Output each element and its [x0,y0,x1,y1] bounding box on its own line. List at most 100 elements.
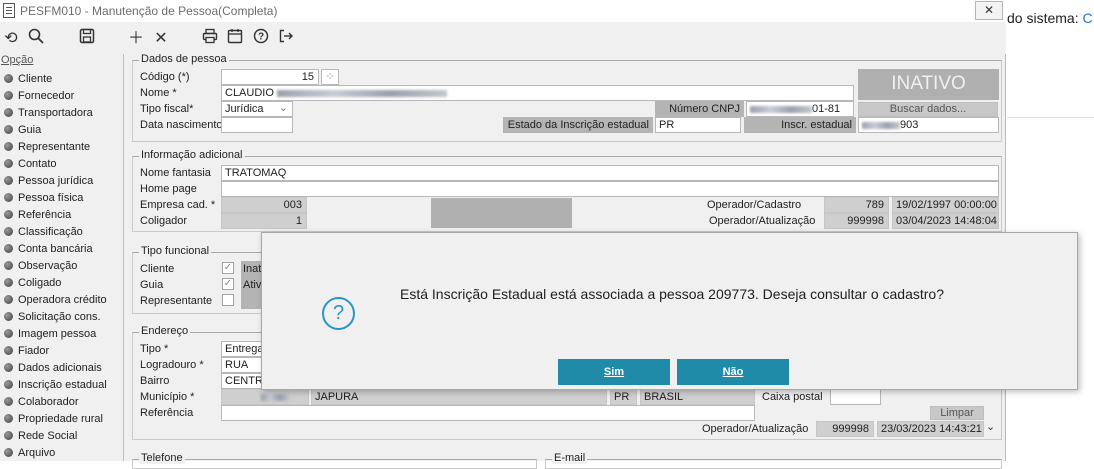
operador-atualizacao-date: 03/04/2023 14:48:04 [892,213,999,229]
sidebar-item[interactable]: Pessoa física [4,190,83,207]
tipo-representante-checkbox[interactable] [222,294,234,306]
estado-inscricao-label: Estado da Inscrição estadual [503,117,653,133]
inscr-estadual-input[interactable]: 903 [858,117,999,133]
bullet-icon [4,346,13,355]
cnpj-input[interactable]: 01-81 [746,101,854,117]
bullet-icon [4,142,13,151]
tipo-cliente-checkbox[interactable]: ✓ [222,262,234,274]
buscar-dados-button[interactable]: Buscar dados... [858,102,998,117]
caixa-postal-input[interactable] [830,389,881,405]
inscr-estadual-label: Inscr. estadual [744,117,856,133]
tipo-representante-label: Representante [140,295,213,307]
delete-icon[interactable]: ✕ [150,28,172,50]
nome-fantasia-input[interactable]: TRATOMAQ [221,165,999,181]
operador-atualizacao-value: 999998 [824,213,889,229]
help-icon[interactable]: ? [250,28,272,50]
empresa-input: 003 [221,197,307,213]
sidebar-item[interactable]: Pessoa jurídica [4,173,93,190]
sidebar-item-label: Contato [18,158,57,170]
logradouro-input[interactable]: RUA [221,357,263,373]
sidebar-item-label: Guia [18,124,42,136]
exit-icon[interactable] [275,28,297,50]
referencia-input[interactable] [221,405,755,421]
undo-icon[interactable]: ⟲ [0,28,22,50]
sidebar-item[interactable]: Observação [4,258,77,275]
cnpj-label: Número CNPJ [655,101,744,117]
sidebar-item[interactable]: Colaborador [4,394,79,411]
window-title: PESFM010 - Manutenção de Pessoa(Completa… [20,4,278,18]
sidebar-item[interactable]: Solicitação cons. [4,309,101,326]
sidebar-item[interactable]: Coligado [4,275,61,292]
tipo-guia-label: Guia [140,279,164,291]
sidebar-item[interactable]: Conta bancária [4,241,93,258]
sidebar-item-label: Operadora crédito [18,294,107,306]
sidebar-item[interactable]: Dados adicionais [4,360,102,377]
sim-button[interactable]: Sim [558,359,670,385]
nao-button[interactable]: Não [677,359,789,385]
sidebar-item[interactable]: Operadora crédito [4,292,107,309]
sidebar-item[interactable]: Contato [4,156,57,173]
save-icon[interactable] [76,28,98,50]
sidebar-item[interactable]: Imagem pessoa [4,326,96,343]
sidebar-item-label: Conta bancária [18,243,93,255]
referencia-label: Referência [140,407,194,419]
tipo-guia-checkbox[interactable]: ✓ [222,278,234,290]
sidebar-item[interactable]: Referência [4,207,71,224]
sidebar-item-label: Rede Social [18,430,78,442]
sidebar-item[interactable]: Inscrição estadual [4,377,107,394]
bullet-icon [4,74,13,83]
home-page-input[interactable] [221,181,999,197]
sidebar-item[interactable]: Propriedade rural [4,411,103,428]
scroll-down-icon[interactable]: ⌄ [986,420,995,433]
caixa-postal-label: Caixa postal [762,391,823,403]
limpar-button[interactable]: Limpar [930,406,984,420]
close-button[interactable]: ✕ [975,1,1003,20]
bairro-input[interactable]: CENTRO [221,373,263,389]
sidebar-item-label: Pessoa jurídica [18,175,94,187]
sidebar-item[interactable]: Fiador [4,343,49,360]
bullet-icon [4,414,13,423]
tipo-fiscal-select[interactable]: Jurídica ⌄ [221,101,293,117]
nome-value: CLAUDIO [225,87,274,99]
group-title: Telefone [139,452,185,464]
calendar-icon[interactable] [224,28,246,50]
tipo-fiscal-value: Jurídica [225,103,264,115]
tipo-fiscal-label: Tipo fiscal* [140,103,194,115]
title-bar: PESFM010 - Manutenção de Pessoa(Completa… [0,0,1006,22]
add-icon[interactable]: ＋ [125,28,147,50]
lookup-icon[interactable]: ⁘ [321,69,339,85]
bullet-icon [4,278,13,287]
sidebar-item-label: Transportadora [18,107,93,119]
group-title: Dados de pessoa [139,53,229,65]
print-icon[interactable] [199,28,221,50]
endereco-tipo-select[interactable]: Entrega [221,341,263,357]
bullet-icon [4,193,13,202]
estado-input[interactable]: PR [655,117,741,133]
group-title: Tipo funcional [139,245,212,257]
sidebar-item-label: Coligado [18,277,62,289]
photo-placeholder [431,198,572,228]
sidebar-item[interactable]: Cliente [4,71,52,88]
document-icon [3,3,15,18]
bullet-icon [4,159,13,168]
dialog-message: Está Inscrição Estadual está associada a… [400,286,944,302]
codigo-input[interactable]: 15 [221,69,319,85]
search-icon[interactable] [25,28,47,50]
municipio-code [221,389,309,405]
sidebar-item-label: Arquivo [18,447,56,459]
sidebar-item[interactable]: Guia [4,122,41,139]
group-title: Endereço [139,325,191,337]
sidebar-item-label: Observação [18,260,78,272]
sidebar-item[interactable]: Transportadora [4,105,93,122]
sidebar-item[interactable]: Classificação [4,224,83,241]
tipo-representante-status [241,293,263,309]
sidebar-item[interactable]: Representante [4,139,90,156]
bullet-icon [4,210,13,219]
sidebar-item[interactable]: Rede Social [4,428,77,445]
nome-input[interactable]: CLAUDIO [221,85,854,101]
tipo-cliente-status: Inat [241,261,263,277]
data-nascimento-input[interactable] [221,117,293,133]
background-text-main: do sistema: [1007,10,1083,26]
sidebar-item[interactable]: Arquivo [4,445,55,462]
sidebar-item[interactable]: Fornecedor [4,88,74,105]
